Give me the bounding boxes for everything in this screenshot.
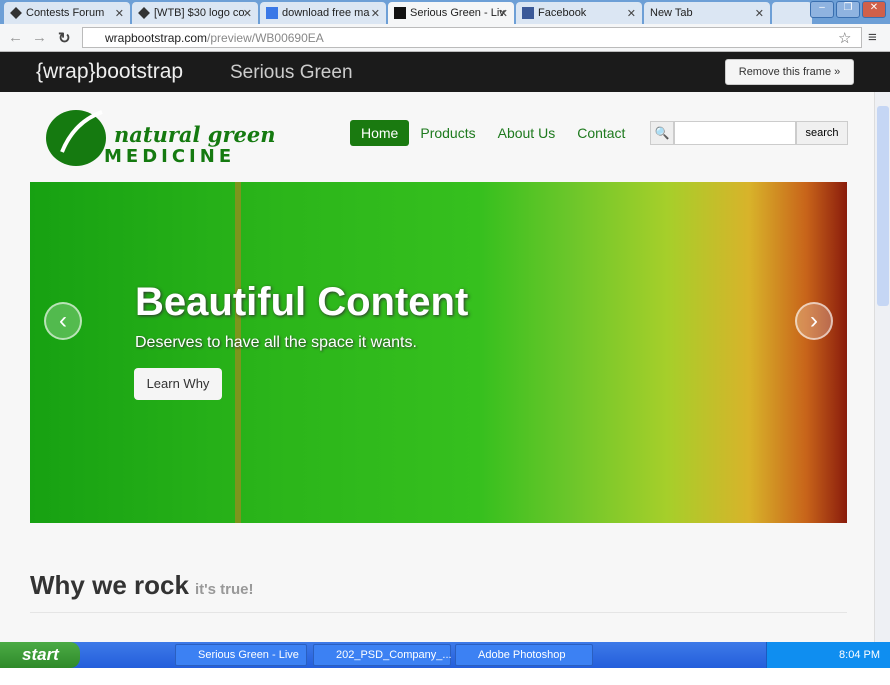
taskbar-item-photoshop[interactable]: Adobe Photoshop (455, 644, 593, 666)
site-logo[interactable]: natural green MEDICINE (44, 102, 294, 168)
system-tray: 8:04 PM (766, 642, 890, 668)
close-icon[interactable]: ✕ (755, 7, 764, 20)
close-icon[interactable]: ✕ (499, 7, 508, 20)
reload-icon[interactable]: ↻ (58, 29, 71, 47)
nav-home[interactable]: Home (350, 120, 410, 146)
close-icon[interactable]: ✕ (243, 7, 252, 20)
section-subheading: it's true! (194, 581, 254, 598)
close-window-icon[interactable]: ✕ (862, 1, 886, 18)
wrapbootstrap-bar: {wrap}bootstrap Serious Green Remove thi… (0, 52, 890, 92)
search-input[interactable] (674, 121, 796, 145)
main-nav: Home Products About Us Contact (350, 120, 636, 146)
wrapbootstrap-logo[interactable]: {wrap}bootstrap (36, 60, 183, 84)
tab-new[interactable]: New Tab ✕ (644, 2, 770, 24)
page-content: natural green MEDICINE Home Products Abo… (0, 92, 874, 642)
tab-contests[interactable]: Contests Forum ✕ (4, 2, 130, 24)
minimize-icon[interactable]: – (810, 1, 834, 18)
wrapbootstrap-icon (394, 7, 406, 19)
tab-serious-green[interactable]: Serious Green - Liv ✕ (388, 2, 514, 24)
site-icon (10, 7, 22, 19)
tab-wtb[interactable]: [WTB] $30 logo co ✕ (132, 2, 258, 24)
carousel-prev-icon[interactable]: ‹ (44, 302, 82, 340)
leaf-logo-icon: natural green MEDICINE (46, 110, 276, 167)
tab-google[interactable]: download free ma ✕ (260, 2, 386, 24)
hero-carousel: Beautiful Content Deserves to have all t… (30, 182, 847, 523)
learn-why-button[interactable]: Learn Why (134, 368, 222, 400)
maximize-icon[interactable]: ❐ (836, 1, 860, 18)
svg-text:MEDICINE: MEDICINE (104, 146, 235, 167)
search-form: 🔍 search (650, 121, 848, 145)
facebook-icon (522, 7, 534, 19)
nav-about[interactable]: About Us (487, 120, 567, 146)
divider (30, 612, 847, 613)
forward-icon[interactable]: → (32, 29, 47, 46)
site-icon (138, 7, 150, 19)
taskbar-item-chrome[interactable]: Serious Green - Live ... (175, 644, 307, 681)
section-heading: Why we rock it's true! (30, 570, 254, 600)
carousel-next-icon[interactable]: › (795, 302, 833, 340)
tab-facebook[interactable]: Facebook ✕ (516, 2, 642, 24)
clock: 8:04 PM (839, 649, 880, 661)
close-icon[interactable]: ✕ (371, 7, 380, 20)
toolbar: ← → ↻ wrapbootstrap.com/preview/WB00690E… (0, 24, 890, 52)
scrollbar[interactable] (874, 92, 890, 642)
scroll-thumb[interactable] (877, 106, 889, 306)
start-button[interactable]: start (0, 642, 80, 668)
close-icon[interactable]: ✕ (115, 7, 124, 20)
google-icon (266, 7, 278, 19)
taskbar: start Serious Green - Live ... 202_PSD_C… (0, 642, 890, 681)
tab-strip: Contests Forum ✕ [WTB] $30 logo co ✕ downl… (0, 0, 890, 24)
search-button[interactable]: search (796, 121, 848, 145)
search-icon: 🔍 (650, 121, 674, 145)
svg-text:natural green: natural green (114, 122, 276, 147)
remove-frame-button[interactable]: Remove this frame » (725, 59, 854, 85)
hero-title: Beautiful Content (135, 280, 469, 324)
nav-contact[interactable]: Contact (566, 120, 636, 146)
menu-icon[interactable]: ≡ (868, 29, 877, 46)
theme-name: Serious Green (230, 62, 353, 83)
leaf-vein (235, 182, 241, 523)
new-tab-button[interactable] (772, 2, 812, 24)
back-icon[interactable]: ← (8, 29, 23, 46)
hero-subtitle: Deserves to have all the space it wants. (135, 334, 417, 351)
close-icon[interactable]: ✕ (627, 7, 636, 20)
nav-products[interactable]: Products (409, 120, 486, 146)
window-controls: – ❐ ✕ (810, 1, 886, 18)
address-bar[interactable]: wrapbootstrap.com/preview/WB00690EA (82, 27, 862, 48)
taskbar-item-folder[interactable]: 202_PSD_Company_... (313, 644, 452, 666)
star-icon[interactable]: ☆ (838, 29, 851, 47)
